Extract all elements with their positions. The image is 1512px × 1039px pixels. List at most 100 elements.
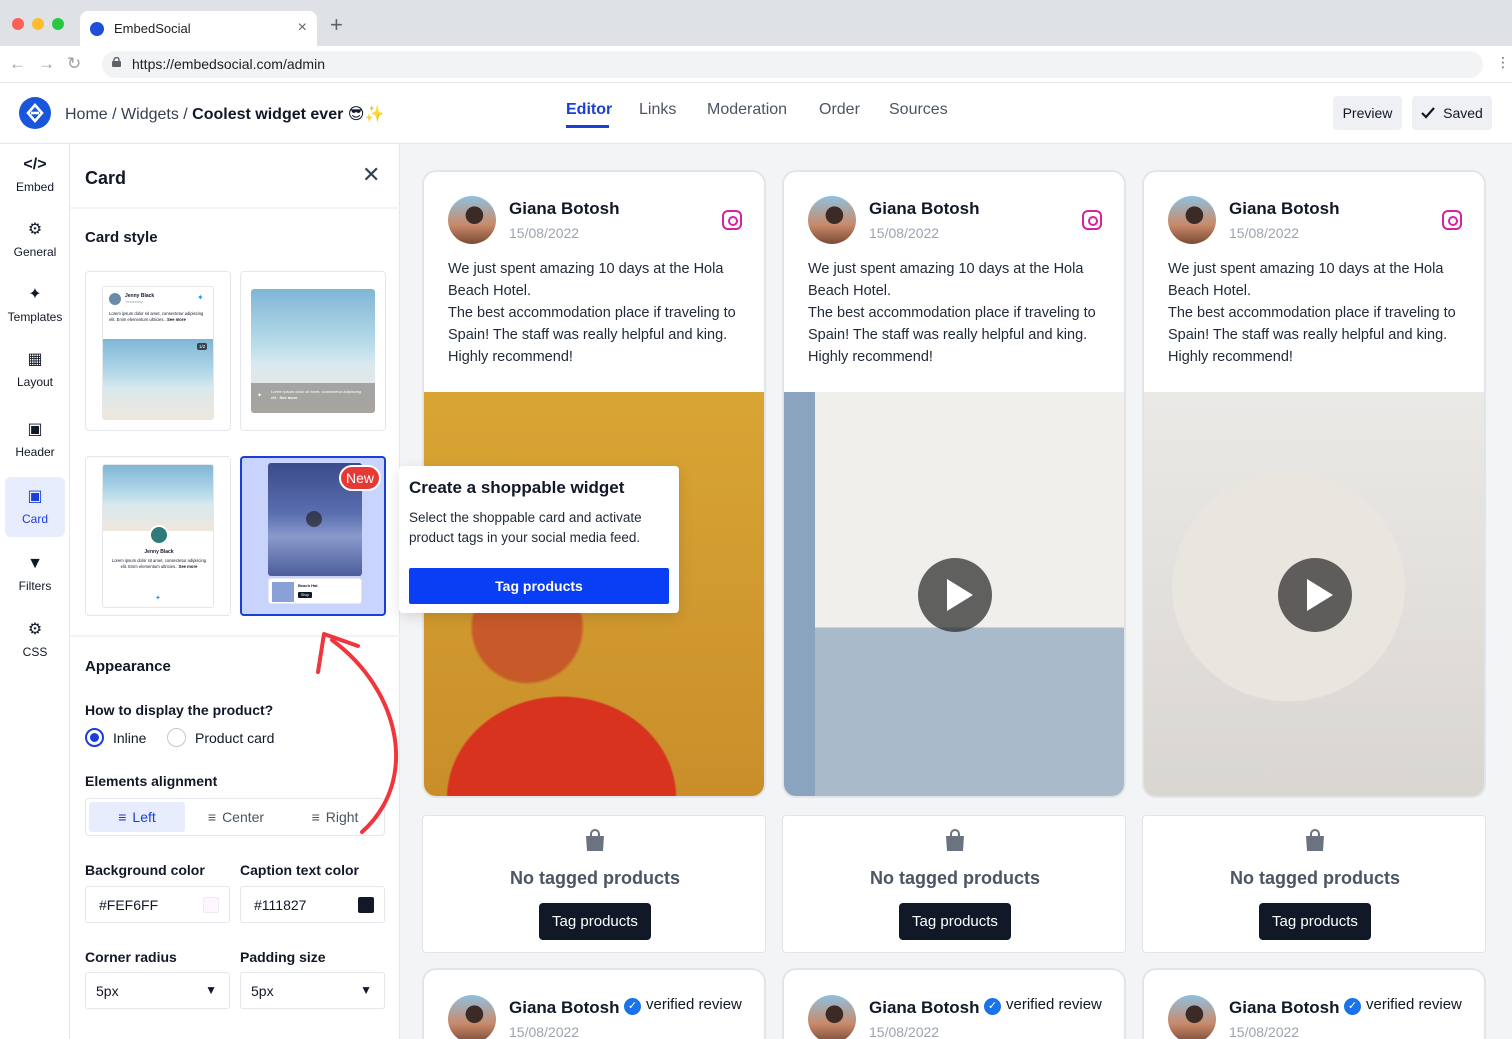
post-author: Giana Botosh [509,199,620,218]
shop-button: Shop [298,592,313,598]
align-left-button[interactable]: ≡ Left [89,802,185,832]
panel-divider [70,207,400,209]
rail-item-layout[interactable]: ▦ Layout [5,340,65,400]
verified-review-label: verified review [646,996,742,1013]
tab-editor[interactable]: Editor [566,101,612,119]
caption-color-label: Caption text color [240,862,360,878]
chevron-down-icon: ▼ [360,983,372,997]
caption-color-swatch[interactable] [358,897,374,913]
radio-inline[interactable] [85,728,104,747]
sparkle-icon: ✦ [28,286,42,303]
back-icon[interactable]: ← [9,54,26,74]
display-question: How to display the product? [85,702,274,718]
padding-size-value: 5px [251,983,274,999]
rail-label: Filters [18,579,52,593]
tab-moderation[interactable]: Moderation [707,101,787,119]
card-style-option-overlay[interactable]: Lorem ipsum dolor sit amet, consectetur … [240,271,386,431]
mini-sub: Yesterday [125,299,143,304]
browser-menu-icon[interactable]: ⋮ [1496,54,1510,71]
embedsocial-logo-icon[interactable] [19,97,51,129]
post-text: We just spent amazing 10 days at the Hol… [808,261,1096,365]
corner-radius-value: 5px [96,983,119,999]
preview-button[interactable]: Preview [1333,96,1402,130]
avatar [1168,995,1216,1039]
rail-item-general[interactable]: ⚙ General [5,210,65,270]
window-close-dot[interactable] [12,18,24,30]
verified-check-icon: ✓ [1344,998,1361,1015]
reload-icon[interactable]: ↻ [67,54,81,74]
padding-size-select[interactable]: 5px ▼ [240,972,385,1009]
breadcrumb-widgets[interactable]: Widgets [121,106,179,123]
caption-color-input[interactable]: #111827 [240,886,385,923]
review-card[interactable]: Giana Botosh ✓ verified review 15/08/2022 [782,968,1126,1039]
saved-label: Saved [1443,105,1483,121]
play-icon [306,511,322,527]
gear-icon: ⚙ [27,221,43,238]
avatar [808,196,856,244]
play-icon[interactable] [918,558,992,632]
breadcrumb-home[interactable]: Home [65,106,108,123]
tag-products-button[interactable]: Tag products [539,903,651,940]
instagram-icon[interactable] [722,210,742,230]
beach-image [103,465,213,531]
review-author: Giana Botosh [869,998,980,1017]
review-date: 15/08/2022 [869,1024,940,1039]
saved-button[interactable]: Saved [1412,96,1492,130]
browser-tab[interactable]: EmbedSocial × [80,11,317,46]
corner-radius-select[interactable]: 5px ▼ [85,972,230,1009]
new-badge: New [339,465,381,491]
review-card[interactable]: Giana Botosh ✓ verified review 15/08/2022 [1142,968,1486,1039]
card-preview: Jenny Black Lorem ipsum dolor sit amet, … [102,464,214,608]
window-maximize-dot[interactable] [52,18,64,30]
mini-see-more: See more [166,317,186,322]
card-preview: Jenny Black Yesterday ✦ Lorem ipsum dolo… [102,286,214,420]
radio-product-card[interactable] [167,728,186,747]
post-card[interactable]: Giana Botosh 15/08/2022 We just spent amaz… [1142,170,1486,798]
product-name: Beach Hat [298,583,318,588]
rail-item-embed[interactable]: </> Embed [5,145,65,205]
tag-products-button[interactable]: Tag products [899,903,1011,940]
twitter-icon: ✦ [257,393,263,399]
forward-icon[interactable]: → [38,54,55,74]
rail-item-css[interactable]: ⚙ CSS [5,610,65,670]
verified-check-icon: ✓ [984,998,1001,1015]
post-author: Giana Botosh [869,199,980,218]
embedsocial-favicon-icon [90,22,104,36]
play-icon[interactable] [1278,558,1352,632]
rail-item-header[interactable]: ▣ Header [5,410,65,470]
post-media[interactable] [784,392,1124,796]
bg-color-swatch[interactable] [203,897,219,913]
window-minimize-dot[interactable] [32,18,44,30]
tooltip-tag-products-button[interactable]: Tag products [409,568,669,604]
review-card[interactable]: Giana Botosh ✓ verified review 15/08/2022 [422,968,766,1039]
close-icon[interactable]: ✕ [362,162,380,188]
rail-item-templates[interactable]: ✦ Templates [5,275,65,335]
instagram-icon[interactable] [1082,210,1102,230]
address-bar[interactable]: https://embedsocial.com/admin [102,51,1483,78]
new-tab-button[interactable]: + [330,12,343,38]
product-thumb [272,582,294,602]
mini-body-text: Lorem ipsum dolor sit amet, consectetur … [109,311,204,322]
rail-item-filters[interactable]: ▼ Filters [5,544,65,604]
post-text: We just spent amazing 10 days at the Hol… [448,261,736,365]
verified-check-icon: ✓ [624,998,641,1015]
tab-sources[interactable]: Sources [889,101,948,119]
close-tab-icon[interactable]: × [298,19,307,37]
review-author: Giana Botosh [1229,998,1340,1017]
tab-links[interactable]: Links [639,101,676,119]
instagram-icon[interactable] [1442,210,1462,230]
bg-color-label: Background color [85,862,205,878]
tab-order[interactable]: Order [819,101,860,119]
twitter-icon: ✦ [197,293,204,302]
tag-products-button[interactable]: Tag products [1259,903,1371,940]
post-card[interactable]: Giana Botosh 15/08/2022 We just spent amaz… [782,170,1126,798]
rail-item-card[interactable]: ▣ Card [5,477,65,537]
align-center-button[interactable]: ≡ Center [188,802,284,832]
card-style-option-classic[interactable]: Jenny Black Yesterday ✦ Lorem ipsum dolo… [85,271,231,431]
post-media[interactable] [1144,392,1484,796]
card-style-option-centered[interactable]: Jenny Black Lorem ipsum dolor sit amet, … [85,456,231,616]
align-center-icon: ≡ [207,809,217,825]
twitter-icon: ✦ [155,595,161,602]
bg-color-input[interactable]: #FEF6FF [85,886,230,923]
radio-inline-label: Inline [113,730,147,746]
